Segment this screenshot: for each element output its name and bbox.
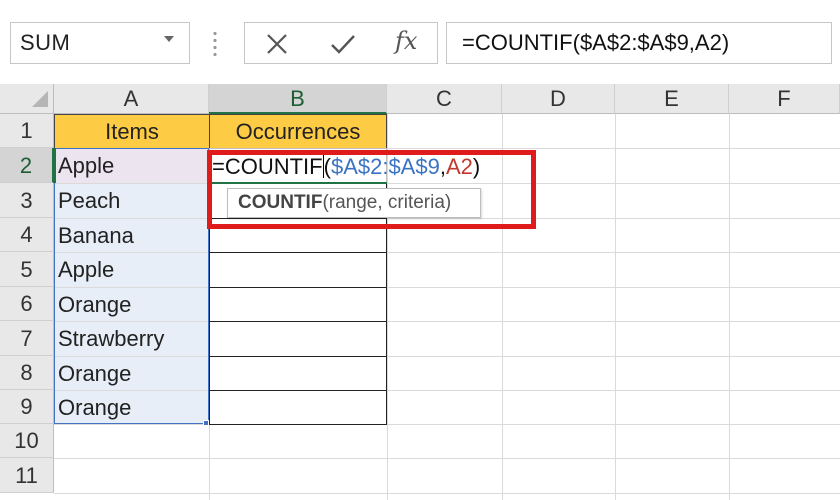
- row-header-3[interactable]: 3: [0, 183, 54, 218]
- cell-b8[interactable]: [209, 356, 387, 391]
- grip-icon[interactable]: [213, 30, 217, 56]
- name-box-dropdown-icon[interactable]: [164, 36, 174, 42]
- gridline: [615, 114, 616, 500]
- cell-a1[interactable]: Items: [54, 114, 210, 149]
- gridline: [729, 114, 730, 500]
- name-box-value: SUM: [20, 30, 71, 55]
- cell-b6[interactable]: [209, 287, 387, 322]
- row-header-6[interactable]: 6: [0, 287, 54, 321]
- row-header-5[interactable]: 5: [0, 252, 54, 287]
- row-header-10[interactable]: 10: [0, 424, 54, 458]
- column-header-b[interactable]: B: [209, 84, 387, 114]
- range-selection-a2-a9: [54, 148, 209, 424]
- cell-b5[interactable]: [209, 252, 387, 288]
- cell-b1[interactable]: Occurrences: [209, 114, 387, 149]
- formula-buttons: fx: [244, 22, 438, 64]
- highlight-box: [207, 150, 536, 229]
- cell-b9[interactable]: [209, 390, 387, 425]
- active-cell-marker: [53, 148, 56, 183]
- check-icon[interactable]: [329, 32, 357, 56]
- cell-b7[interactable]: [209, 321, 387, 357]
- gridline: [54, 493, 840, 494]
- row-header-2[interactable]: 2: [0, 148, 54, 183]
- gridline: [54, 458, 840, 459]
- row-header-4[interactable]: 4: [0, 218, 54, 252]
- select-all-icon: [32, 91, 48, 107]
- column-header-d[interactable]: D: [502, 84, 615, 114]
- row-header-7[interactable]: 7: [0, 321, 54, 356]
- gridline: [54, 424, 840, 425]
- row-header-11[interactable]: 11: [0, 458, 54, 493]
- column-header-a[interactable]: A: [54, 84, 209, 114]
- x-icon[interactable]: [265, 32, 289, 56]
- row-header-8[interactable]: 8: [0, 356, 54, 390]
- row-header-1[interactable]: 1: [0, 114, 54, 148]
- fx-icon[interactable]: fx: [395, 27, 417, 55]
- column-header-c[interactable]: C: [387, 84, 502, 114]
- row-header-9[interactable]: 9: [0, 390, 54, 424]
- formula-bar-text: =COUNTIF($A$2:$A$9,A2): [462, 30, 730, 55]
- column-header-e[interactable]: E: [615, 84, 729, 114]
- column-header-f[interactable]: F: [729, 84, 840, 114]
- fill-handle[interactable]: [203, 420, 209, 426]
